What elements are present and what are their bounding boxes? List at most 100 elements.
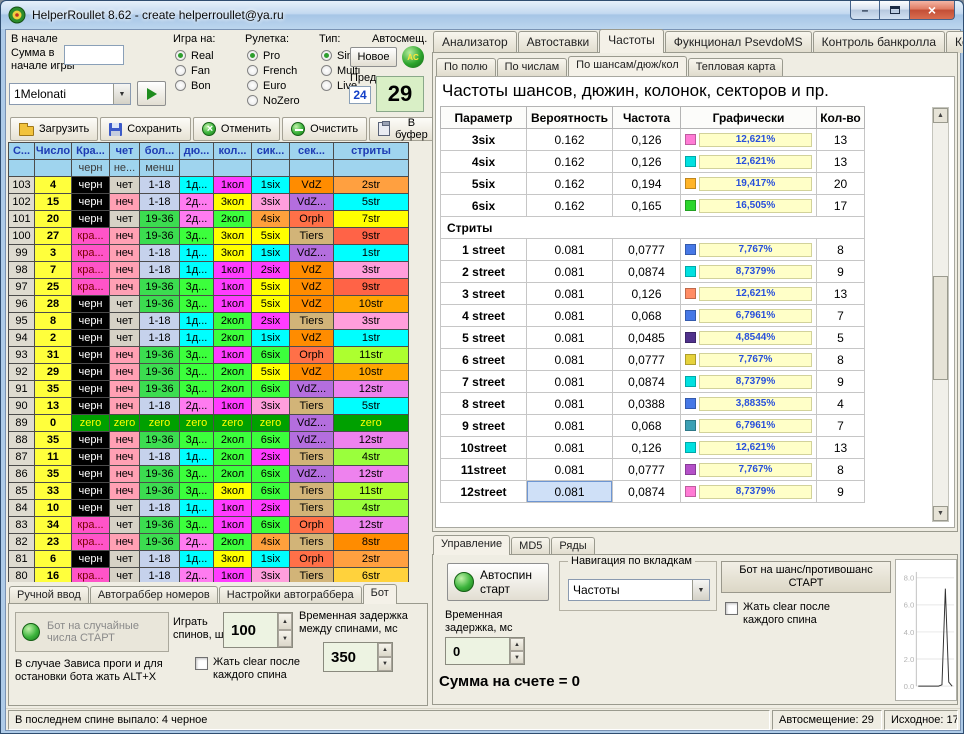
spins-spinner[interactable]: 100 ▲▼ <box>223 612 293 648</box>
freq-count-cell[interactable]: 9 <box>817 481 865 503</box>
preset-combo[interactable]: 1Melonati ▼ <box>9 83 131 105</box>
sub-tab-1[interactable]: По числам <box>497 58 568 76</box>
history-column-header[interactable]: бол... <box>140 143 180 160</box>
history-column-header[interactable]: Число <box>35 143 72 160</box>
random-bot-button[interactable]: Бот на случайные числа СТАРТ <box>15 612 169 652</box>
freq-param-cell[interactable]: 6six <box>441 195 527 217</box>
freq-count-cell[interactable]: 13 <box>817 151 865 173</box>
freq-column-header[interactable]: Параметр <box>441 107 527 129</box>
freq-graph-cell[interactable]: 8,7379% <box>681 261 817 283</box>
play-button[interactable] <box>137 81 166 106</box>
radio-option-2[interactable]: Euro <box>247 78 300 93</box>
freq-frequency-cell[interactable]: 0,068 <box>613 415 681 437</box>
spinner-down-button[interactable]: ▼ <box>378 657 392 671</box>
spinner-up-button[interactable]: ▲ <box>510 638 524 651</box>
freq-frequency-cell[interactable]: 0,126 <box>613 129 681 151</box>
sub-tab-0[interactable]: По полю <box>436 58 496 76</box>
freq-graph-cell[interactable]: 6,7961% <box>681 305 817 327</box>
freq-probability-cell[interactable]: 0.081 <box>527 437 613 459</box>
freq-count-cell[interactable]: 7 <box>817 305 865 327</box>
freq-param-cell[interactable]: 5six <box>441 173 527 195</box>
toolbar-folder-button[interactable]: Загрузить <box>10 117 98 141</box>
toolbar-cancel-button[interactable]: Отменить <box>193 117 280 141</box>
vertical-scrollbar[interactable]: ▲ ▼ <box>932 107 949 522</box>
freq-graph-cell[interactable]: 8,7379% <box>681 371 817 393</box>
start-sum-input[interactable] <box>64 45 124 65</box>
freq-count-cell[interactable]: 20 <box>817 173 865 195</box>
freq-graph-cell[interactable]: 7,767% <box>681 239 817 261</box>
clear-after-spin-checkbox[interactable]: Жать clear после каждого спина <box>195 656 335 682</box>
freq-count-cell[interactable]: 17 <box>817 195 865 217</box>
history-column-header[interactable]: С... <box>9 143 35 160</box>
left-tab-3[interactable]: Бот <box>363 584 397 604</box>
freq-count-cell[interactable]: 7 <box>817 415 865 437</box>
history-column-header[interactable]: дю... <box>180 143 214 160</box>
freq-graph-cell[interactable]: 12,621% <box>681 151 817 173</box>
freq-probability-cell[interactable]: 0.081 <box>527 415 613 437</box>
sub-tab-3[interactable]: Тепловая карта <box>688 58 784 76</box>
freq-probability-cell[interactable]: 0.081 <box>527 371 613 393</box>
autochange-icon[interactable]: AC <box>402 46 424 68</box>
sub-tab-2[interactable]: По шансам/дюж/кол <box>568 56 687 76</box>
freq-probability-cell[interactable]: 0.081 <box>527 283 613 305</box>
freq-graph-cell[interactable]: 4,8544% <box>681 327 817 349</box>
freq-graph-cell[interactable]: 7,767% <box>681 459 817 481</box>
radio-option-1[interactable]: French <box>247 63 300 78</box>
freq-count-cell[interactable]: 13 <box>817 129 865 151</box>
freq-frequency-cell[interactable]: 0,0485 <box>613 327 681 349</box>
radio-option-2[interactable]: Bon <box>175 78 214 93</box>
freq-param-cell[interactable]: 9 street <box>441 415 527 437</box>
freq-frequency-cell[interactable]: 0,0874 <box>613 261 681 283</box>
freq-graph-cell[interactable]: 12,621% <box>681 437 817 459</box>
tab-navigation-combo[interactable]: Частоты ▼ <box>568 579 710 601</box>
main-tab-0[interactable]: Анализатор <box>433 31 517 53</box>
freq-column-header[interactable]: Вероятность <box>527 107 613 129</box>
freq-count-cell[interactable]: 4 <box>817 393 865 415</box>
minimize-button[interactable]: – <box>850 1 880 20</box>
freq-frequency-cell[interactable]: 0,0388 <box>613 393 681 415</box>
left-tab-1[interactable]: Автограббер номеров <box>90 586 218 604</box>
freq-graph-cell[interactable]: 12,621% <box>681 129 817 151</box>
history-table-container[interactable]: С...ЧислоКра...четбол...дю...кол...сик..… <box>8 142 418 582</box>
freq-param-cell[interactable]: 10street <box>441 437 527 459</box>
freq-param-cell[interactable]: 11street <box>441 459 527 481</box>
left-tab-0[interactable]: Ручной ввод <box>9 586 89 604</box>
history-column-header[interactable]: чет <box>110 143 140 160</box>
close-button[interactable]: × <box>909 1 955 20</box>
freq-param-cell[interactable]: 4 street <box>441 305 527 327</box>
freq-graph-cell[interactable]: 12,621% <box>681 283 817 305</box>
freq-count-cell[interactable]: 8 <box>817 459 865 481</box>
main-tab-1[interactable]: Автоставки <box>518 31 599 53</box>
freq-probability-cell[interactable]: 0.081 <box>527 239 613 261</box>
history-column-header[interactable]: Кра... <box>72 143 110 160</box>
history-column-header[interactable]: стриты <box>334 143 409 160</box>
history-column-header[interactable]: сек... <box>290 143 334 160</box>
freq-count-cell[interactable]: 8 <box>817 239 865 261</box>
freq-frequency-cell[interactable]: 0,0777 <box>613 239 681 261</box>
freq-graph-cell[interactable]: 16,505% <box>681 195 817 217</box>
toolbar-floppy-button[interactable]: Сохранить <box>100 117 191 141</box>
control-tab-1[interactable]: MD5 <box>511 537 550 555</box>
freq-param-cell[interactable]: 7 street <box>441 371 527 393</box>
delay-spinner[interactable]: 0 ▲▼ <box>445 637 525 665</box>
freq-frequency-cell[interactable]: 0,194 <box>613 173 681 195</box>
freq-probability-cell[interactable]: 0.081 <box>527 305 613 327</box>
freq-column-header[interactable]: Графически <box>681 107 817 129</box>
freq-column-header[interactable]: Кол-во <box>817 107 865 129</box>
freq-param-cell[interactable]: 1 street <box>441 239 527 261</box>
freq-probability-cell[interactable]: 0.081 <box>527 459 613 481</box>
freq-probability-cell[interactable]: 0.081 <box>527 261 613 283</box>
freq-graph-cell[interactable]: 8,7379% <box>681 481 817 503</box>
spinner-up-button[interactable]: ▲ <box>378 643 392 657</box>
freq-graph-cell[interactable]: 7,767% <box>681 349 817 371</box>
freq-frequency-cell[interactable]: 0,0777 <box>613 349 681 371</box>
freq-count-cell[interactable]: 9 <box>817 371 865 393</box>
freq-probability-cell[interactable]: 0.162 <box>527 173 613 195</box>
history-column-header[interactable]: кол... <box>214 143 252 160</box>
control-tab-0[interactable]: Управление <box>433 535 510 555</box>
freq-probability-cell[interactable]: 0.162 <box>527 129 613 151</box>
radio-option-0[interactable]: Real <box>175 48 214 63</box>
scrollbar-thumb[interactable] <box>933 276 948 380</box>
control-tab-2[interactable]: Ряды <box>551 537 594 555</box>
main-tab-3[interactable]: Фукнционал PsevdoMS <box>665 31 812 53</box>
